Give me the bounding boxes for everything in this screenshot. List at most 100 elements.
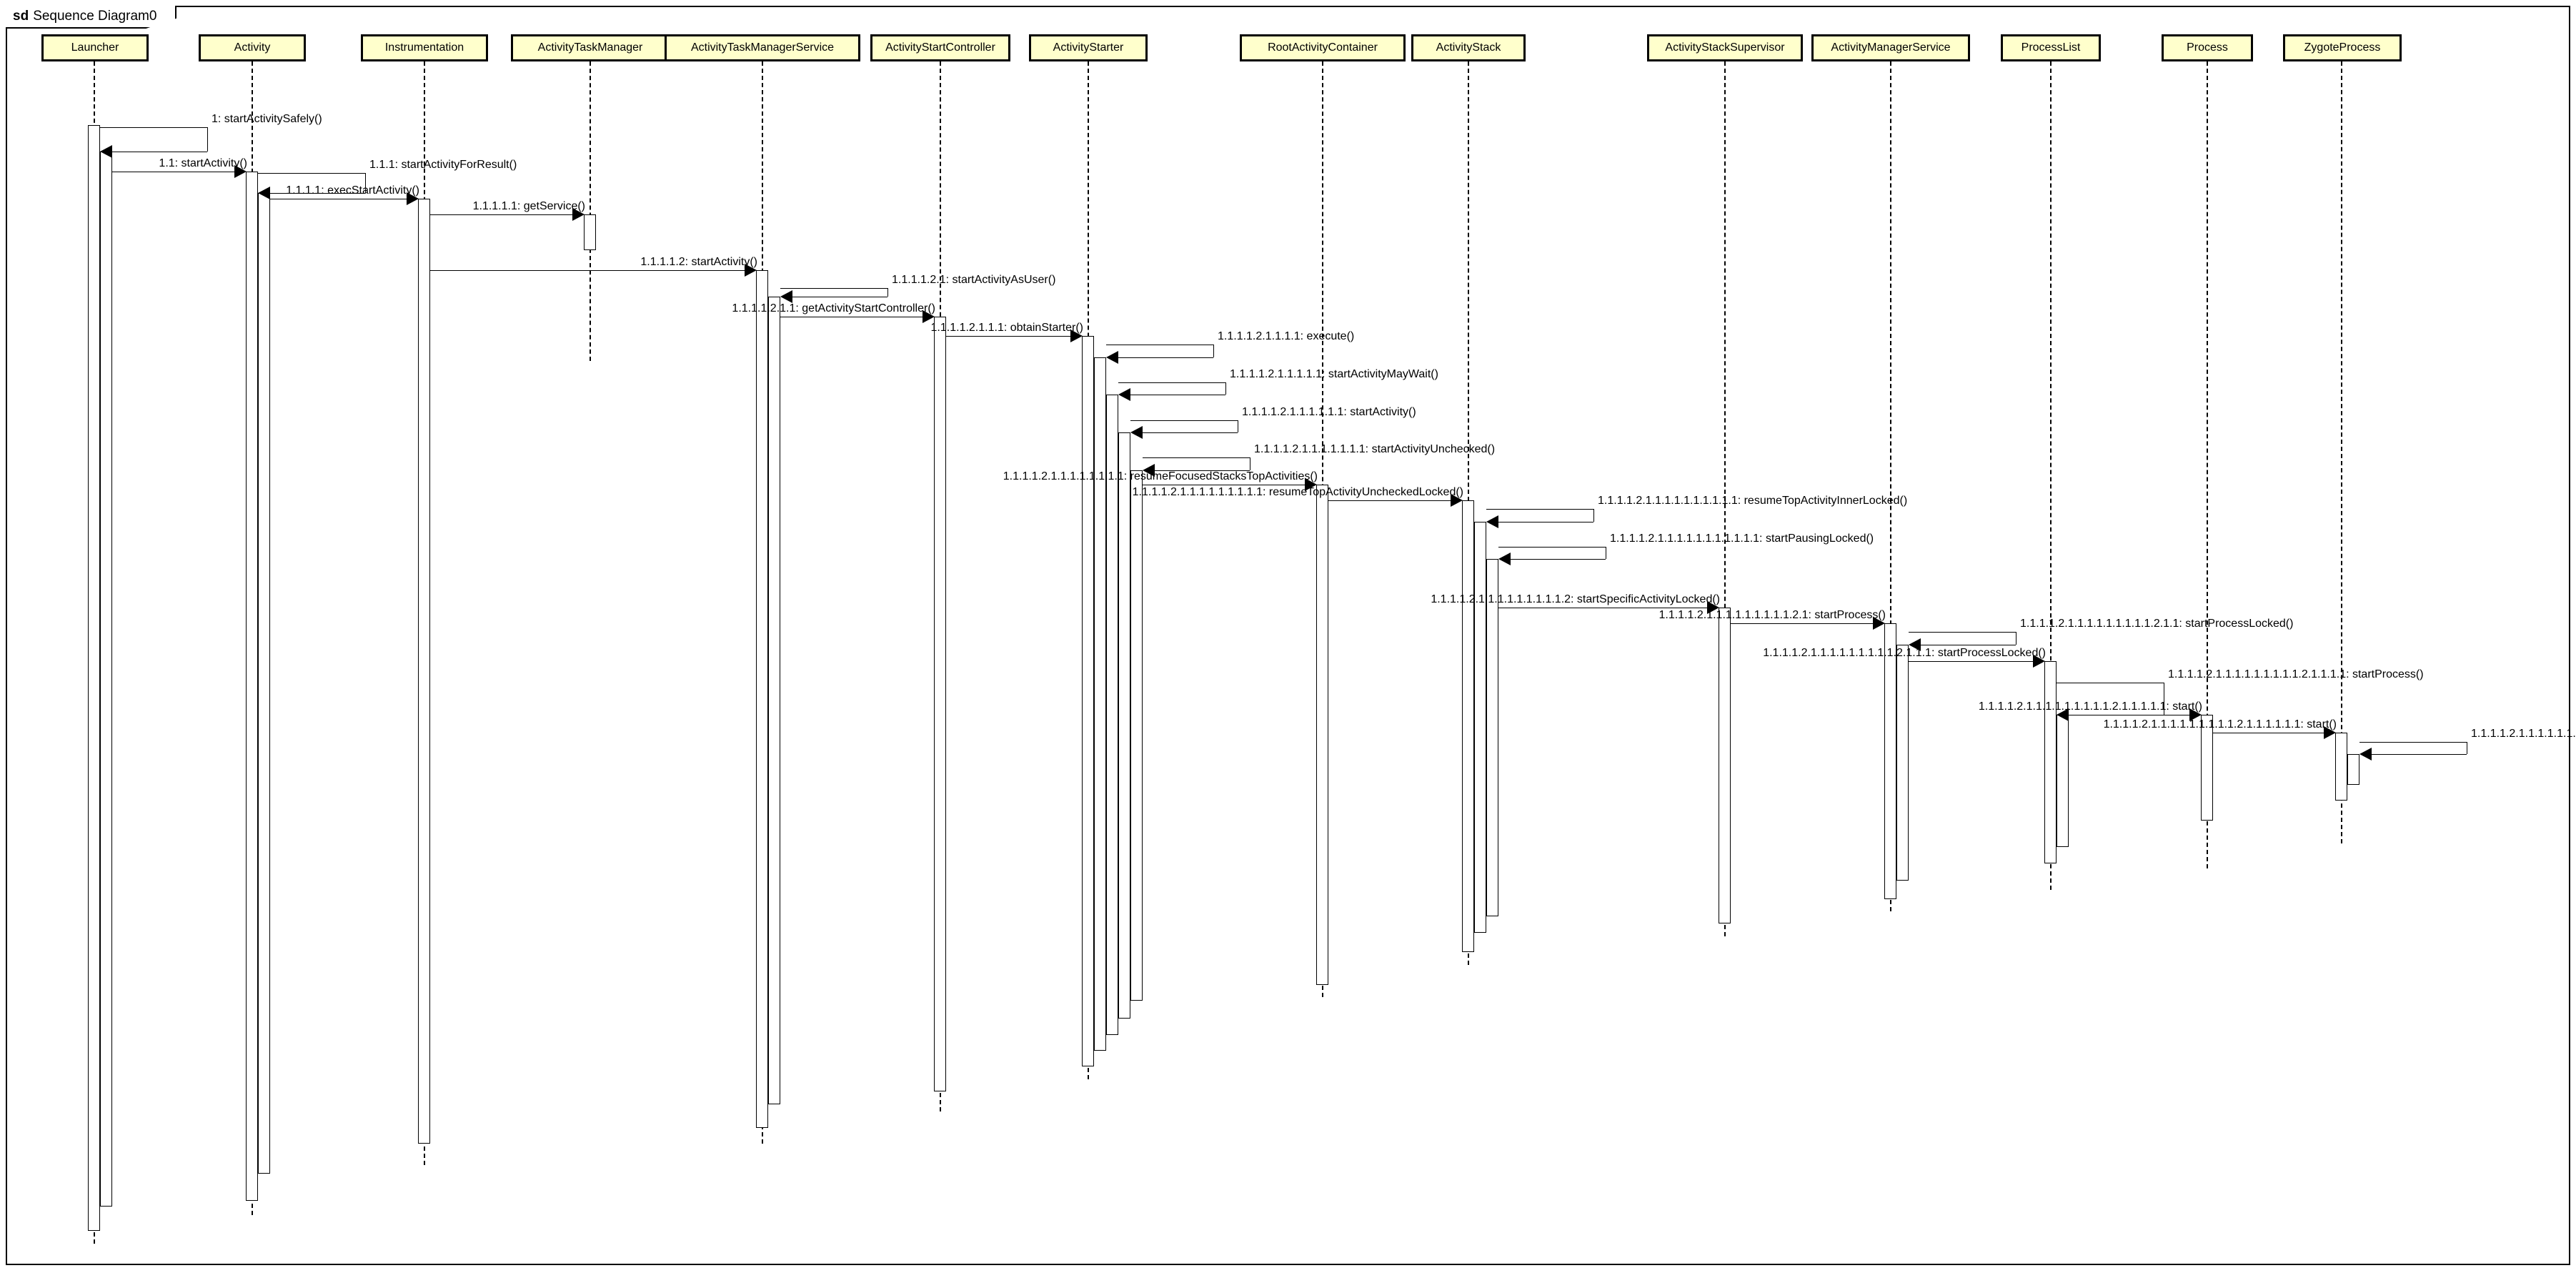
lifeline-head-activitymanagerservice[interactable]: ActivityManagerService (1811, 34, 1970, 61)
message-arrowhead-left-icon (1486, 515, 1498, 528)
message-label: 1.1.1.1.2.1.1.1.1.1.1.1: startActivityUn… (1254, 443, 1496, 455)
self-message-vertical-segment (1593, 509, 1594, 522)
self-message-bottom-segment (1510, 559, 1606, 560)
activation-bar (246, 172, 258, 1201)
self-message-top-segment (1498, 547, 1606, 548)
lifeline-head-zygoteprocess[interactable]: ZygoteProcess (2283, 34, 2402, 61)
message-line (430, 214, 574, 215)
message-label: 1.1.1.1.2.1.1.1.1.1.1.1.1.1.1: resumeTop… (1598, 495, 1908, 507)
frame-keyword: sd (13, 9, 29, 24)
self-message-vertical-segment (1225, 382, 1226, 395)
lifeline-label: RootActivityContainer (1268, 41, 1378, 54)
message-label: 1.1.1.1.2.1.1.1.1.1.1.1.1.1.2.1.1.1.1.1.… (2471, 728, 2576, 740)
message-arrowhead-left-icon (1130, 426, 1143, 439)
activation-bar (768, 297, 780, 1104)
lifeline-head-activitystack[interactable]: ActivityStack (1411, 34, 1526, 61)
self-message-bottom-segment (2371, 754, 2467, 755)
activation-bar (2335, 733, 2347, 801)
lifeline-head-rootactivitycontainer[interactable]: RootActivityContainer (1240, 34, 1406, 61)
activation-bar (258, 193, 270, 1174)
lifeline-label: ActivityStarter (1053, 41, 1124, 54)
lifeline-head-activitystacksupervisor[interactable]: ActivityStackSupervisor (1647, 34, 1803, 61)
message-arrowhead-left-icon (1118, 388, 1130, 401)
lifeline-head-processlist[interactable]: ProcessList (2001, 34, 2101, 61)
activation-bar (1884, 623, 1896, 899)
lifeline-label: Launcher (71, 41, 119, 54)
message-label: 1.1.1.1.2.1.1.1.1.1.1.1.1.1: resumeTopAc… (1132, 486, 1463, 498)
lifeline-head-activitytaskmanagerservice[interactable]: ActivityTaskManagerService (665, 34, 860, 61)
activation-bar (1462, 500, 1474, 952)
message-label: 1.1.1.1.2: startActivity() (640, 256, 757, 268)
activation-bar (1130, 470, 1143, 1001)
lifeline-label: ActivityTaskManager (537, 41, 643, 54)
activation-bar (1094, 357, 1106, 1051)
lifeline-line-zygoteprocess (2341, 61, 2342, 843)
self-message-top-segment (1909, 632, 2016, 633)
self-message-top-segment (1143, 457, 1250, 458)
lifeline-label: ActivityStack (1436, 41, 1501, 54)
message-label: 1.1.1.1.2.1.1.1.1.1.1.1.1.1.2.1.1.1.1.1:… (1978, 700, 2202, 713)
message-label: 1.1.1.1.2.1.1.1.1.1.1.1.1.1.2.1.1.1.1.1.… (2103, 718, 2337, 730)
lifeline-head-launcher[interactable]: Launcher (41, 34, 149, 61)
message-line (946, 336, 1072, 337)
message-arrowhead-left-icon (258, 187, 270, 199)
message-label: 1.1.1.1.2.1.1.1.1.1.1.1.1.1.2.1.1: start… (2020, 618, 2294, 630)
self-message-top-segment (100, 127, 207, 128)
activation-bar (1106, 395, 1118, 1035)
lifeline-head-process[interactable]: Process (2162, 34, 2253, 61)
self-message-top-segment (258, 173, 365, 174)
activation-bar (1719, 608, 1731, 923)
lifeline-head-activitystartcontroller[interactable]: ActivityStartController (870, 34, 1010, 61)
self-message-top-segment (1130, 420, 1238, 421)
message-line (1909, 661, 2034, 662)
sequence-diagram-canvas: sd Sequence Diagram0 Launcher Activity Ins… (0, 0, 2576, 1273)
activation-bar (1896, 645, 1909, 881)
lifeline-label: Process (2187, 41, 2228, 54)
self-message-vertical-segment (207, 127, 208, 152)
message-label: 1.1.1.1.2.1: startActivityAsUser() (892, 274, 1056, 286)
message-label: 1.1.1.1.2.1.1.1.1.1.1: startActivity() (1242, 406, 1416, 418)
lifeline-head-activitytaskmanager[interactable]: ActivityTaskManager (511, 34, 670, 61)
activation-bar (100, 152, 112, 1207)
message-label: 1.1.1.1.2.1.1.1.1.1.1.1.1.1.2: startSpec… (1431, 593, 1720, 605)
lifeline-head-instrumentation[interactable]: Instrumentation (361, 34, 488, 61)
self-message-top-segment (1486, 509, 1593, 510)
activation-bar (584, 214, 596, 250)
activation-bar (88, 125, 100, 1231)
message-arrowhead-left-icon (2359, 748, 2372, 761)
message-label: 1.1.1.1: execStartActivity() (286, 184, 419, 197)
activation-bar (2044, 661, 2057, 863)
self-message-vertical-segment (1213, 345, 1214, 357)
lifeline-line-activitytaskmanager (590, 61, 591, 361)
message-label: 1.1.1.1.2.1.1.1.1.1.1.1.1.1.1.1: startPa… (1610, 533, 1874, 545)
lifeline-label: ProcessList (2021, 41, 2081, 54)
message-label: 1.1.1.1.2.1.1.1.1: execute() (1218, 330, 1355, 342)
activation-bar (1082, 336, 1094, 1066)
message-line (1731, 623, 1874, 624)
self-message-top-segment (1118, 382, 1225, 383)
activation-bar (934, 317, 946, 1091)
lifeline-head-activity[interactable]: Activity (199, 34, 306, 61)
message-line (430, 270, 746, 271)
lifeline-label: ActivityStackSupervisor (1665, 41, 1785, 54)
activation-bar (1118, 432, 1130, 1019)
message-arrowhead-left-icon (1498, 553, 1511, 565)
activation-bar (2057, 715, 2069, 847)
message-label: 1.1.1.1.2.1.1: getActivityStartControlle… (732, 302, 935, 314)
lifeline-label: Instrumentation (384, 41, 464, 54)
activation-bar (1316, 485, 1328, 985)
message-line (1328, 500, 1452, 501)
message-label: 1.1: startActivity() (159, 157, 247, 169)
message-label: 1.1.1.1.2.1.1.1: obtainStarter() (930, 322, 1083, 334)
message-label: 1.1.1.1.1: getService() (472, 200, 585, 212)
self-message-top-segment (2359, 742, 2467, 743)
self-message-vertical-segment (887, 288, 888, 297)
lifeline-head-activitystarter[interactable]: ActivityStarter (1029, 34, 1148, 61)
message-label: 1.1.1.1.2.1.1.1.1.1.1.1.1.1.2.1.1.1: sta… (1763, 647, 2046, 659)
activation-bar (418, 199, 430, 1144)
lifeline-label: ZygoteProcess (2304, 41, 2381, 54)
message-label: 1.1.1.1.2.1.1.1.1.1.1.1.1.1.2.1: startPr… (1659, 609, 1886, 621)
activation-bar (756, 270, 768, 1128)
self-message-bottom-segment (1118, 357, 1213, 358)
diagram-frame-tab: sd Sequence Diagram0 (6, 6, 177, 29)
